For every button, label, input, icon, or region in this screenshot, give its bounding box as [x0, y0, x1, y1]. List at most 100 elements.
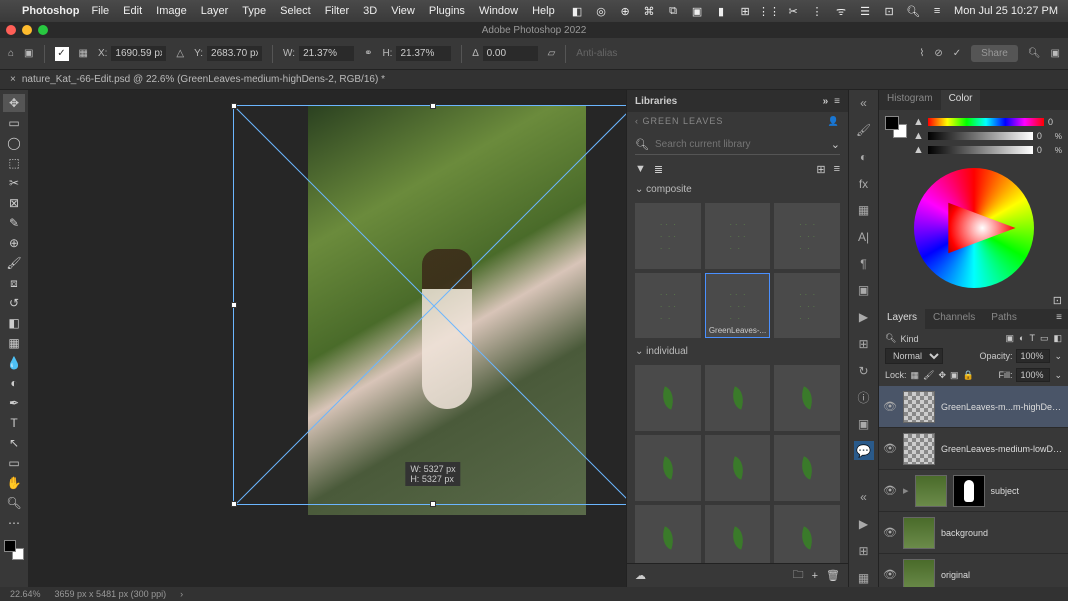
hue-slider[interactable] [928, 118, 1044, 126]
layer-name[interactable]: subject [991, 486, 1020, 496]
filter-icon[interactable]: ▼ [635, 163, 646, 176]
transform-bounds[interactable]: W: 5327 pxH: 5327 px [233, 105, 626, 505]
library-section-individual[interactable]: ⌄ individual [627, 342, 848, 361]
menu-plugins[interactable]: Plugins [429, 5, 465, 17]
color-options-icon[interactable]: ⊡ [1053, 295, 1062, 307]
link-wh-icon[interactable]: ⚭ [364, 48, 372, 59]
minimize-window-button[interactable] [22, 25, 32, 35]
menubar-clock[interactable]: Mon Jul 25 10:27 PM [954, 5, 1058, 17]
frame-tool[interactable]: ⊠ [3, 194, 25, 212]
library-asset[interactable] [774, 273, 840, 339]
tab-histogram[interactable]: Histogram [879, 90, 941, 110]
maximize-window-button[interactable] [38, 25, 48, 35]
menu-help[interactable]: Help [532, 5, 555, 17]
opacity-input[interactable] [1016, 349, 1050, 363]
styles-icon[interactable]: fx [854, 174, 874, 193]
layer-thumbnail[interactable] [903, 433, 935, 465]
reference-point-icon[interactable]: ▦ [79, 48, 88, 59]
fill-input[interactable] [1016, 368, 1050, 382]
zoom-level[interactable]: 22.64% [10, 589, 41, 599]
color-wheel[interactable] [914, 168, 1034, 288]
crop-tool[interactable]: ✂ [3, 174, 25, 192]
healing-tool[interactable]: ⊕ [3, 234, 25, 252]
menu-file[interactable]: File [91, 5, 109, 17]
transform-w-input[interactable] [299, 46, 354, 61]
layer-mask-thumbnail[interactable] [953, 475, 985, 507]
lock-all-icon[interactable]: 🔒 [963, 370, 974, 381]
library-section-composite[interactable]: ⌄ composite [627, 180, 848, 199]
library-asset[interactable] [774, 435, 840, 501]
skew-icon[interactable]: ▱ [548, 48, 556, 59]
document-dimensions[interactable]: 3659 px x 5481 px (300 ppi) [55, 589, 167, 599]
menu-filter[interactable]: Filter [325, 5, 349, 17]
transform-x-input[interactable] [111, 46, 166, 61]
patterns-icon[interactable]: ▦ [854, 568, 874, 587]
status-icon[interactable]: ▮ [714, 4, 728, 18]
history-brush-tool[interactable]: ↺ [3, 294, 25, 312]
dodge-tool[interactable]: ◐ [3, 374, 25, 392]
lasso-tool[interactable]: ◯ [3, 134, 25, 152]
path-tool[interactable]: ↖ [3, 434, 25, 452]
layer-name[interactable]: GreenLeaves-m...m-highDens-2 [941, 402, 1064, 412]
status-icon[interactable]: ⧉ [666, 4, 680, 18]
lock-artboard-icon[interactable]: ▣ [950, 370, 959, 381]
libraries-icon[interactable]: ⊞ [854, 542, 874, 561]
app-menu[interactable]: Photoshop [22, 5, 79, 17]
transform-handle[interactable] [430, 103, 436, 109]
status-icon[interactable]: ▣ [690, 4, 704, 18]
properties-icon[interactable]: ⊞ [854, 334, 874, 353]
document-tab[interactable]: nature_Kat_-66-Edit.psd @ 22.6% (GreenLe… [22, 74, 385, 85]
swap-xy-icon[interactable]: △ [176, 48, 184, 59]
lock-transparency-icon[interactable]: ▦ [911, 370, 920, 381]
antialias-label[interactable]: Anti-alias [576, 48, 617, 59]
status-icon[interactable]: ☰ [858, 4, 872, 18]
folder-icon[interactable]: 🗀 [793, 566, 804, 585]
status-icon[interactable]: ⊡ [882, 4, 896, 18]
transform-angle-input[interactable] [483, 46, 538, 61]
layer-row[interactable]: 👁GreenLeaves-medium-lowDens-9 [879, 428, 1068, 470]
bri-slider[interactable] [928, 146, 1033, 154]
menu-3d[interactable]: 3D [363, 5, 377, 17]
commit-transform-icon[interactable]: ✓ [953, 48, 961, 59]
wifi-icon[interactable]: ᯤ [834, 4, 848, 18]
layer-visibility-icon[interactable]: 👁 [883, 568, 897, 581]
eraser-tool[interactable]: ◧ [3, 314, 25, 332]
character-icon[interactable]: A| [854, 228, 874, 247]
list-mode-icon[interactable]: ≡ [834, 163, 840, 176]
filter-type-icon[interactable]: T [1029, 333, 1035, 344]
gradient-tool[interactable]: ▦ [3, 334, 25, 352]
blend-mode-select[interactable]: Normal [885, 348, 943, 364]
filter-shape-icon[interactable]: ▭ [1040, 333, 1049, 344]
sat-slider[interactable] [928, 132, 1033, 140]
history-icon[interactable]: ↻ [854, 361, 874, 380]
layer-name[interactable]: background [941, 528, 988, 538]
eyedropper-tool[interactable]: ✎ [3, 214, 25, 232]
library-back-link[interactable]: ‹ GREEN LEAVES 👤 [627, 112, 848, 131]
filter-adjust-icon[interactable]: ◐ [1019, 333, 1024, 344]
hand-tool[interactable]: ✋ [3, 474, 25, 492]
transform-y-input[interactable] [207, 46, 262, 61]
status-icon[interactable]: ◧ [570, 4, 584, 18]
adjustments-icon[interactable]: ◐ [854, 147, 874, 166]
search-icon[interactable]: 🔍︎ [906, 4, 920, 18]
blur-tool[interactable]: 💧 [3, 354, 25, 372]
layer-visibility-icon[interactable]: 👁 [883, 526, 897, 539]
status-icon[interactable]: ⋮⋮ [762, 4, 776, 18]
filter-pixel-icon[interactable]: ▣ [1006, 333, 1015, 344]
library-asset[interactable] [705, 365, 771, 431]
search-dropdown-icon[interactable]: ⌄ [831, 138, 840, 151]
library-asset[interactable] [774, 505, 840, 563]
layer-row[interactable]: 👁▸subject [879, 470, 1068, 512]
library-asset[interactable] [635, 505, 701, 563]
collapse-icon[interactable]: » [823, 96, 829, 107]
library-asset[interactable] [635, 273, 701, 339]
transform-handle[interactable] [231, 302, 237, 308]
lock-position-icon[interactable]: ✥ [938, 370, 946, 381]
status-icon[interactable]: ✂ [786, 4, 800, 18]
arrange-icon[interactable]: ▣ [24, 48, 33, 59]
layer-row[interactable]: 👁original [879, 554, 1068, 587]
glyphs-icon[interactable]: ▣ [854, 281, 874, 300]
transform-handle[interactable] [430, 501, 436, 507]
library-asset[interactable] [705, 435, 771, 501]
library-asset[interactable] [635, 365, 701, 431]
